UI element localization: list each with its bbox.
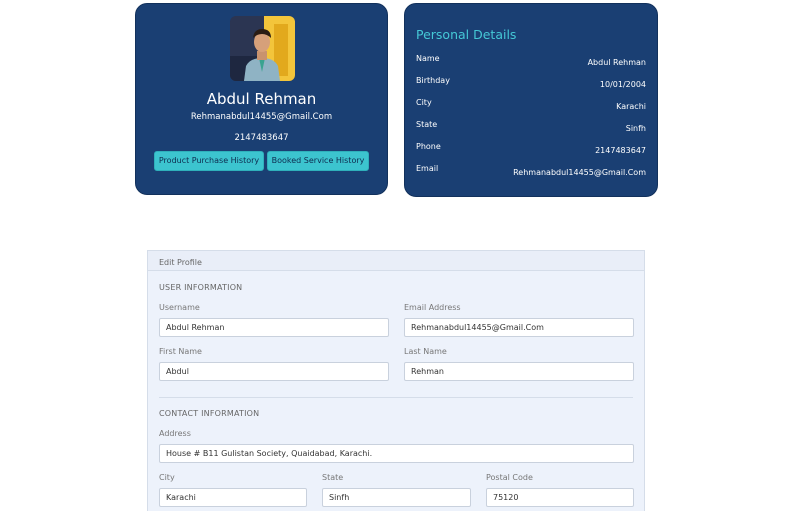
first-name-input[interactable]: Abdul bbox=[159, 362, 389, 381]
detail-row-state: State Sinfh bbox=[416, 120, 646, 133]
detail-row-city: City Karachi bbox=[416, 98, 646, 111]
city-label: City bbox=[159, 473, 175, 482]
detail-label: State bbox=[416, 120, 438, 129]
detail-row-email: Email Rehmanabdul14455@Gmail.Com bbox=[416, 164, 646, 177]
first-name-label: First Name bbox=[159, 347, 202, 356]
detail-value: Abdul Rehman bbox=[587, 58, 646, 67]
state-input[interactable]: Sinfh bbox=[322, 488, 471, 507]
detail-label: Birthday bbox=[416, 76, 450, 85]
profile-actions: Product Purchase History Booked Service … bbox=[154, 151, 371, 171]
username-label: Username bbox=[159, 303, 200, 312]
email-address-input[interactable]: Rehmanabdul14455@Gmail.Com bbox=[404, 318, 634, 337]
last-name-input[interactable]: Rehman bbox=[404, 362, 634, 381]
detail-row-name: Name Abdul Rehman bbox=[416, 54, 646, 67]
detail-label: City bbox=[416, 98, 432, 107]
detail-label: Phone bbox=[416, 142, 441, 151]
username-input[interactable]: Abdul Rehman bbox=[159, 318, 389, 337]
detail-value: Karachi bbox=[616, 102, 646, 111]
profile-name: Abdul Rehman bbox=[206, 90, 317, 108]
edit-profile-panel: Edit Profile USER INFORMATION Username A… bbox=[147, 250, 645, 511]
detail-row-birthday: Birthday 10/01/2004 bbox=[416, 76, 646, 89]
address-input[interactable]: House # B11 Gulistan Society, Quaidabad,… bbox=[159, 444, 634, 463]
address-label: Address bbox=[159, 429, 191, 438]
detail-label: Name bbox=[416, 54, 440, 63]
personal-details-card: Personal Details Name Abdul Rehman Birth… bbox=[404, 3, 658, 197]
detail-value: 10/01/2004 bbox=[599, 80, 646, 89]
section-divider bbox=[159, 397, 633, 398]
avatar bbox=[230, 16, 295, 81]
profile-phone: 2147483647 bbox=[234, 133, 289, 143]
detail-label: Email bbox=[416, 164, 439, 173]
postal-code-label: Postal Code bbox=[486, 473, 533, 482]
detail-row-phone: Phone 2147483647 bbox=[416, 142, 646, 155]
product-purchase-history-button[interactable]: Product Purchase History bbox=[154, 151, 264, 171]
postal-code-input[interactable]: 75120 bbox=[486, 488, 634, 507]
profile-page: Abdul Rehman Rehmanabdul14455@Gmail.Com … bbox=[0, 0, 800, 511]
last-name-label: Last Name bbox=[404, 347, 447, 356]
detail-value: 2147483647 bbox=[595, 146, 646, 155]
detail-value: Rehmanabdul14455@Gmail.Com bbox=[513, 168, 646, 177]
email-address-label: Email Address bbox=[404, 303, 461, 312]
edit-profile-header: Edit Profile bbox=[148, 251, 644, 271]
profile-email: Rehmanabdul14455@Gmail.Com bbox=[190, 112, 333, 122]
profile-card: Abdul Rehman Rehmanabdul14455@Gmail.Com … bbox=[135, 3, 388, 195]
edit-profile-title: Edit Profile bbox=[159, 258, 202, 267]
detail-value: Sinfh bbox=[625, 124, 646, 133]
user-information-heading: USER INFORMATION bbox=[159, 283, 243, 292]
state-label: State bbox=[322, 473, 344, 482]
personal-details-title: Personal Details bbox=[416, 27, 517, 42]
city-input[interactable]: Karachi bbox=[159, 488, 307, 507]
booked-service-history-button[interactable]: Booked Service History bbox=[267, 151, 369, 171]
contact-information-heading: CONTACT INFORMATION bbox=[159, 409, 260, 418]
